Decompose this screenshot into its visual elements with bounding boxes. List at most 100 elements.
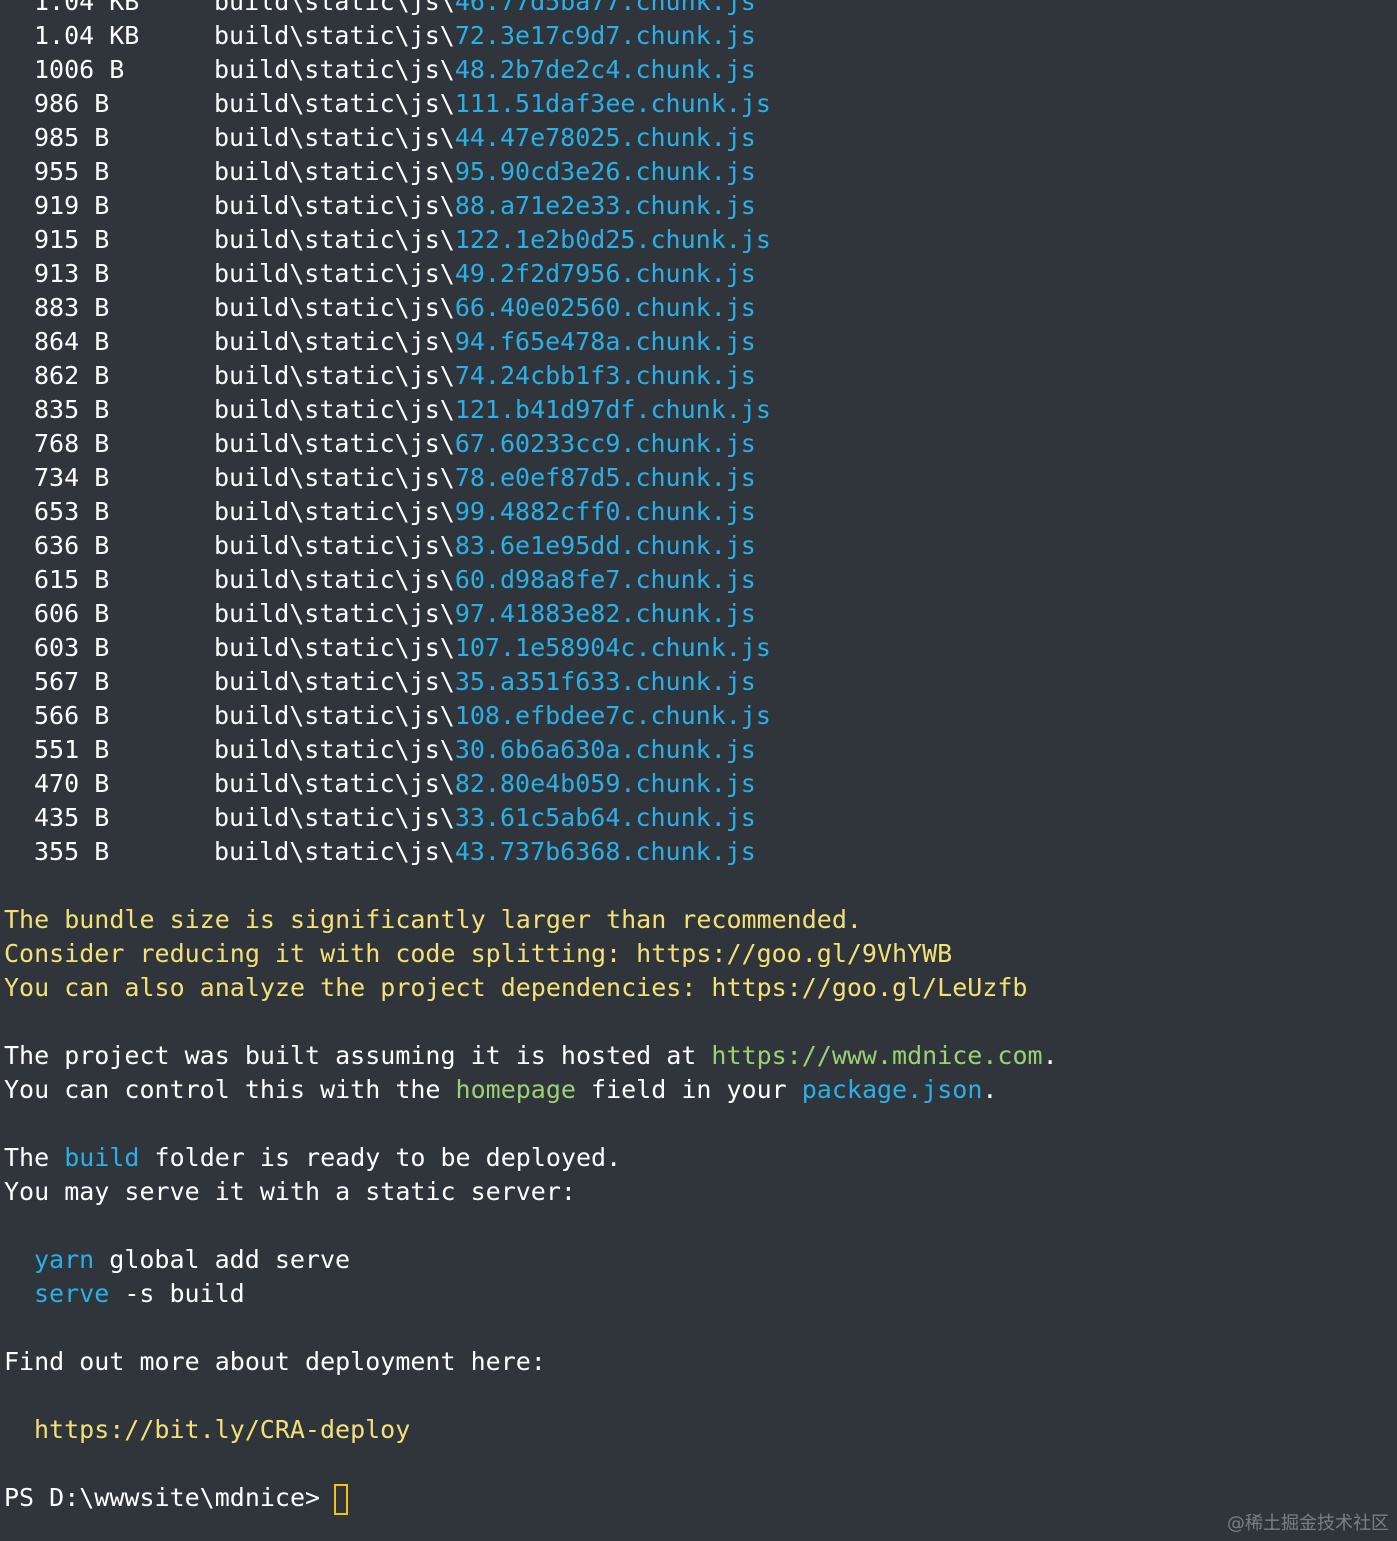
file-row: 835 B build\static\js\121.b41d97df.chunk.…	[4, 393, 1058, 427]
prompt-line[interactable]: PS D:\wwwsite\mdnice>	[4, 1481, 1058, 1515]
file-size: 435 B	[34, 803, 110, 832]
file-size: 734 B	[34, 463, 110, 492]
file-row: 603 B build\static\js\107.1e58904c.chunk.…	[4, 631, 1058, 665]
file-size: 862 B	[34, 361, 110, 390]
file-size: 955 B	[34, 157, 110, 186]
control-line: You can control this with the homepage f…	[4, 1073, 1058, 1107]
deploy-url-link[interactable]: https://bit.ly/CRA-deploy	[4, 1413, 1058, 1447]
file-path-prefix: build\static\js\	[214, 837, 455, 866]
file-name: 111.51daf3ee.chunk.js	[454, 89, 771, 118]
file-size: 566 B	[34, 701, 110, 730]
file-size: 913 B	[34, 259, 110, 288]
file-name: 82.80e4b059.chunk.js	[454, 769, 756, 798]
file-size: 1006 B	[34, 55, 125, 84]
file-row: 567 B build\static\js\35.a351f633.chunk.j…	[4, 665, 1058, 699]
file-row: 915 B build\static\js\122.1e2b0d25.chunk.…	[4, 223, 1058, 257]
file-row: 355 B build\static\js\43.737b6368.chunk.j…	[4, 835, 1058, 869]
file-path-prefix: build\static\js\	[214, 259, 455, 288]
warning-line: Consider reducing it with code splitting…	[4, 939, 953, 968]
file-name: 44.47e78025.chunk.js	[454, 123, 756, 152]
terminal-window[interactable]: 1.04 KB build\static\js\46.77d5ba77.chunk…	[0, 0, 1397, 1541]
file-size: 1.04 KB	[34, 0, 140, 16]
file-path-prefix: build\static\js\	[214, 123, 455, 152]
file-name: 46.77d5ba77.chunk.js	[454, 0, 756, 16]
file-row: 919 B build\static\js\88.a71e2e33.chunk.j…	[4, 189, 1058, 223]
terminal-output: 1.04 KB build\static\js\46.77d5ba77.chunk…	[4, 0, 1058, 1515]
file-size: 1.04 KB	[34, 21, 140, 50]
file-name: 33.61c5ab64.chunk.js	[454, 803, 756, 832]
file-row: 986 B build\static\js\111.51daf3ee.chunk.…	[4, 87, 1058, 121]
serve-command: serve	[34, 1279, 110, 1308]
control-text: You can control this with the	[4, 1075, 456, 1104]
file-row: 955 B build\static\js\95.90cd3e26.chunk.j…	[4, 155, 1058, 189]
file-path-prefix: build\static\js\	[214, 633, 455, 662]
file-path-prefix: build\static\js\	[214, 735, 455, 764]
file-path-prefix: build\static\js\	[214, 803, 455, 832]
file-row: 862 B build\static\js\74.24cbb1f3.chunk.j…	[4, 359, 1058, 393]
file-path-prefix: build\static\js\	[214, 0, 455, 16]
serve-command-line: serve -s build	[4, 1277, 1058, 1311]
file-name: 97.41883e82.chunk.js	[454, 599, 756, 628]
file-path-prefix: build\static\js\	[214, 21, 455, 50]
file-row: 864 B build\static\js\94.f65e478a.chunk.j…	[4, 325, 1058, 359]
file-row: 435 B build\static\js\33.61c5ab64.chunk.j…	[4, 801, 1058, 835]
file-path-prefix: build\static\js\	[214, 395, 455, 424]
file-path-prefix: build\static\js\	[214, 225, 455, 254]
file-path-prefix: build\static\js\	[214, 531, 455, 560]
file-name: 108.efbdee7c.chunk.js	[454, 701, 771, 730]
file-path-prefix: build\static\js\	[214, 667, 455, 696]
file-name: 43.737b6368.chunk.js	[454, 837, 756, 866]
file-size: 603 B	[34, 633, 110, 662]
file-path-prefix: build\static\js\	[214, 55, 455, 84]
file-size: 355 B	[34, 837, 110, 866]
file-path-prefix: build\static\js\	[214, 361, 455, 390]
file-name: 95.90cd3e26.chunk.js	[454, 157, 756, 186]
serve-hint-line: You may serve it with a static server:	[4, 1177, 576, 1206]
file-row: 883 B build\static\js\66.40e02560.chunk.j…	[4, 291, 1058, 325]
homepage-field: homepage	[455, 1075, 576, 1104]
file-size: 567 B	[34, 667, 110, 696]
file-row: 636 B build\static\js\83.6e1e95dd.chunk.j…	[4, 529, 1058, 563]
file-path-prefix: build\static\js\	[214, 701, 455, 730]
file-name: 67.60233cc9.chunk.js	[454, 429, 756, 458]
file-name: 122.1e2b0d25.chunk.js	[454, 225, 771, 254]
file-size: 883 B	[34, 293, 110, 322]
hosted-line: The project was built assuming it is hos…	[4, 1039, 1058, 1073]
build-ready-line: The build folder is ready to be deployed…	[4, 1141, 1058, 1175]
homepage-url-link[interactable]: https://www.mdnice.com	[711, 1041, 1042, 1070]
file-row: 551 B build\static\js\30.6b6a630a.chunk.j…	[4, 733, 1058, 767]
file-name: 78.e0ef87d5.chunk.js	[454, 463, 756, 492]
shell-prompt: PS D:\wwwsite\mdnice>	[4, 1483, 321, 1512]
build-ready-prefix: The	[4, 1143, 65, 1172]
file-path-prefix: build\static\js\	[214, 293, 455, 322]
file-size: 551 B	[34, 735, 110, 764]
file-name: 99.4882cff0.chunk.js	[454, 497, 756, 526]
file-name: 49.2f2d7956.chunk.js	[454, 259, 756, 288]
serve-args: -s build	[109, 1279, 245, 1308]
file-size: 864 B	[34, 327, 110, 356]
file-size: 606 B	[34, 599, 110, 628]
build-folder-name: build	[64, 1143, 140, 1172]
file-row: 1.04 KB build\static\js\46.77d5ba77.chunk…	[4, 0, 1058, 19]
control-middle: field in your	[575, 1075, 802, 1104]
file-row: 734 B build\static\js\78.e0ef87d5.chunk.j…	[4, 461, 1058, 495]
file-size: 470 B	[34, 769, 110, 798]
file-name: 83.6e1e95dd.chunk.js	[454, 531, 756, 560]
file-path-prefix: build\static\js\	[214, 599, 455, 628]
file-path-prefix: build\static\js\	[214, 565, 455, 594]
file-path-prefix: build\static\js\	[214, 89, 455, 118]
file-name: 107.1e58904c.chunk.js	[454, 633, 771, 662]
file-name: 72.3e17c9d7.chunk.js	[454, 21, 756, 50]
file-path-prefix: build\static\js\	[214, 429, 455, 458]
text-cursor[interactable]	[334, 1483, 349, 1515]
build-file-list: 1.04 KB build\static\js\46.77d5ba77.chunk…	[4, 0, 1058, 869]
file-row: 653 B build\static\js\99.4882cff0.chunk.j…	[4, 495, 1058, 529]
file-size: 985 B	[34, 123, 110, 152]
file-size: 768 B	[34, 429, 110, 458]
watermark: @稀土掘金技术社区	[1227, 1513, 1389, 1534]
